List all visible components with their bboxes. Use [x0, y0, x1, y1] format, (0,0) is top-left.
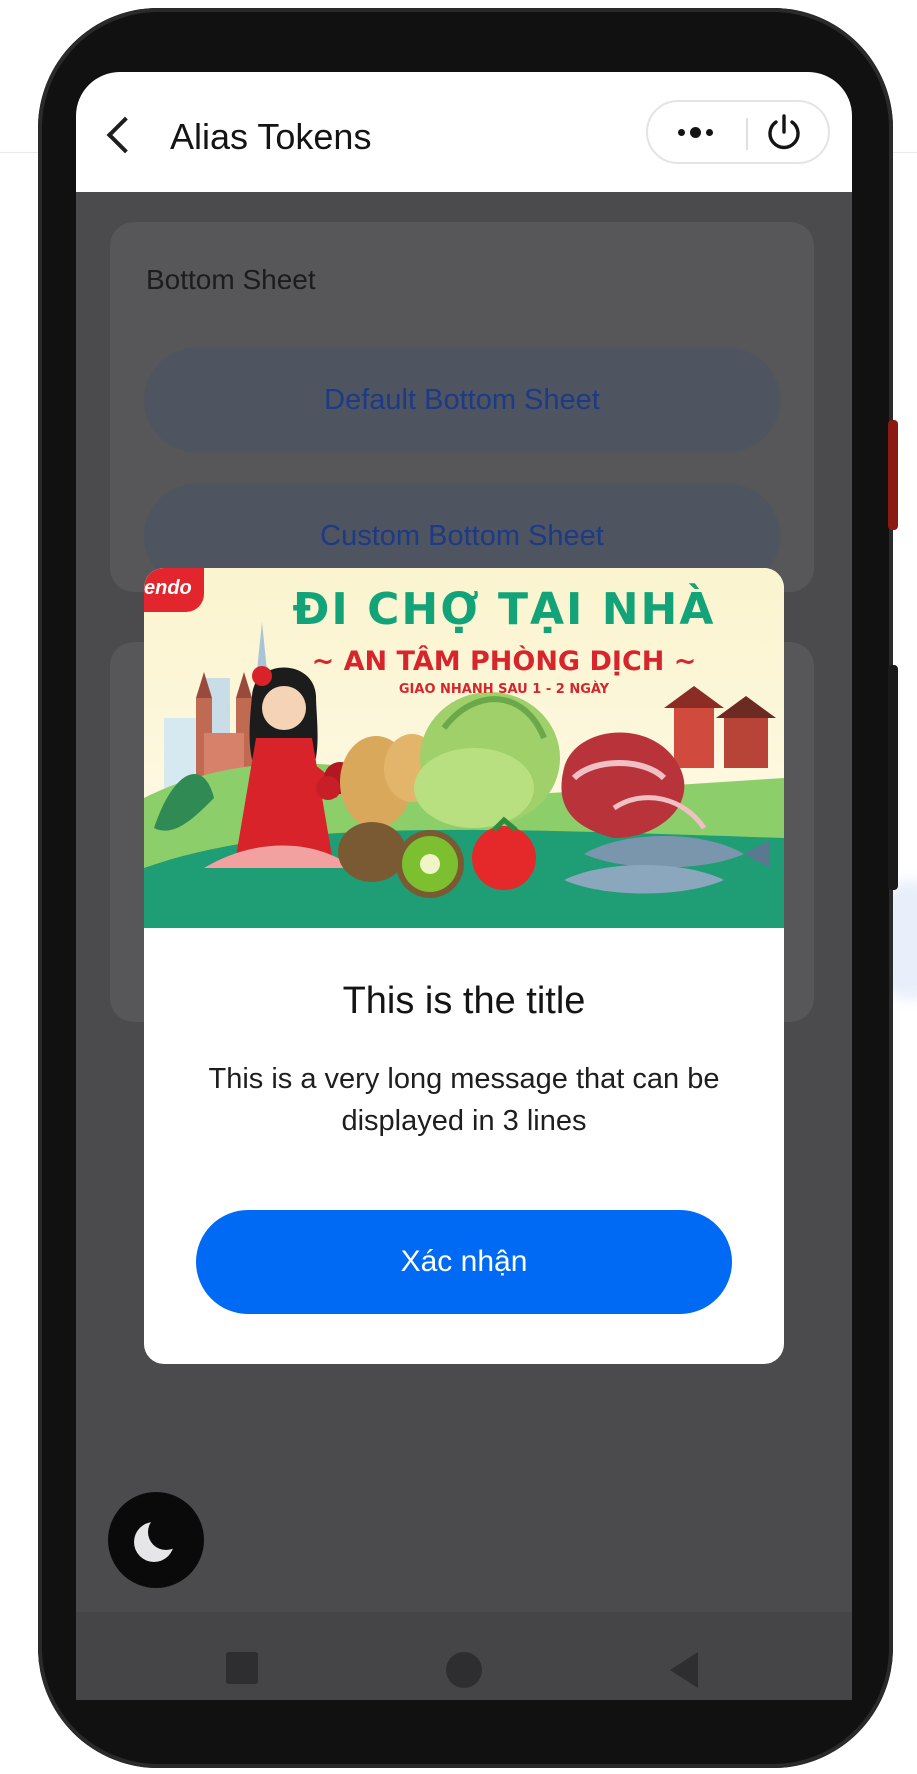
banner-headline: ĐI CHỢ TẠI NHÀ — [292, 584, 716, 635]
phone-side-button — [888, 420, 898, 530]
bottom-sheet-card: Bottom Sheet Default Bottom Sheet Custom… — [110, 222, 814, 592]
modal-title: This is the title — [342, 980, 586, 1022]
phone-volume-button — [888, 665, 898, 890]
more-dots-icon[interactable] — [676, 102, 736, 162]
default-bottom-sheet-button[interactable]: Default Bottom Sheet — [144, 348, 780, 452]
confirm-button[interactable]: Xác nhận — [196, 1210, 732, 1314]
mini-app-capsule — [646, 100, 830, 164]
banner-subheadline: ~ AN TÂM PHÒNG DỊCH ~ — [311, 646, 697, 677]
power-icon[interactable] — [760, 108, 808, 156]
page-title: Alias Tokens — [170, 116, 372, 157]
modal-message: This is a very long message that can be … — [208, 1063, 720, 1137]
phone-screen: Bottom Sheet Default Bottom Sheet Custom… — [76, 72, 852, 1700]
section-title: Bottom Sheet — [146, 264, 316, 295]
modal-dialog: endo ĐI CHỢ TẠI NHÀ ~ AN TÂM PHÒNG DỊCH … — [144, 568, 784, 1364]
home-icon[interactable] — [446, 1652, 482, 1688]
capsule-divider — [746, 118, 748, 150]
recent-apps-icon[interactable] — [226, 1652, 258, 1684]
promo-banner: endo ĐI CHỢ TẠI NHÀ ~ AN TÂM PHÒNG DỊCH … — [144, 568, 784, 928]
banner-tagline: GIAO NHANH SAU 1 - 2 NGÀY — [398, 682, 610, 697]
theme-toggle-button[interactable] — [108, 1492, 204, 1588]
back-nav-icon[interactable] — [670, 1652, 698, 1688]
chevron-left-icon[interactable] — [106, 116, 144, 154]
moon-icon — [134, 1514, 184, 1562]
app-header: Alias Tokens — [76, 72, 852, 192]
